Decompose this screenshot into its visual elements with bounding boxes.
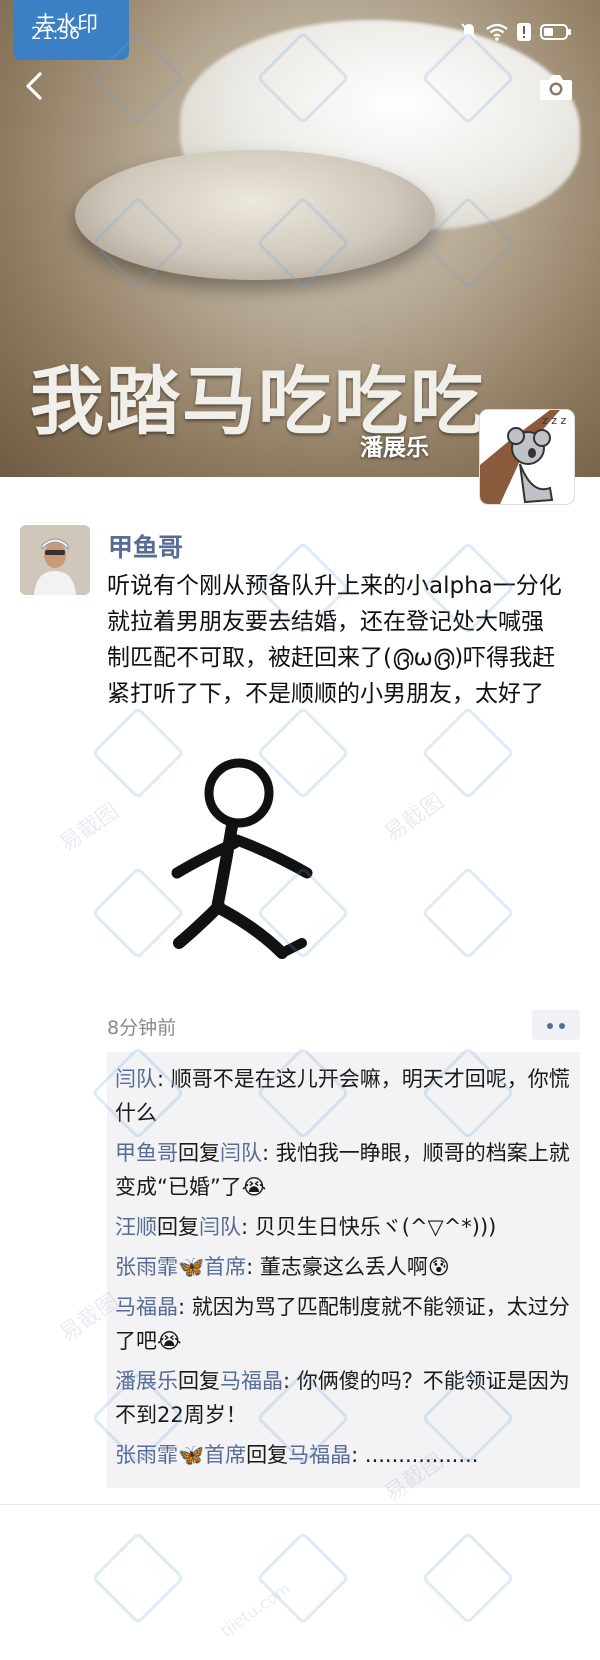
battery-icon	[540, 24, 571, 40]
author-avatar[interactable]	[20, 525, 90, 595]
alert-icon	[517, 23, 531, 41]
profile-avatar[interactable]: z z z	[480, 410, 574, 504]
divider	[0, 1504, 600, 1505]
reply-word: 回复	[246, 1443, 289, 1467]
post-time: 8分钟前	[107, 1017, 177, 1039]
comment-list: 闫队: 顺哥不是在这儿开会嘛，明天才回呢，你慌什么 甲鱼哥回复闫队: 我怕我一睁…	[107, 1052, 580, 1488]
walking-stickman-image	[171, 758, 313, 959]
reply-target[interactable]: 马福晶	[220, 1369, 283, 1393]
comment[interactable]: 闫队: 顺哥不是在这儿开会嘛，明天才回呢，你慌什么	[115, 1062, 572, 1130]
post-author-name[interactable]: 甲鱼哥	[108, 528, 183, 564]
comment[interactable]: 潘展乐回复马福晶: 你俩傻的吗？不能领证是因为不到22周岁！	[115, 1364, 572, 1432]
watermark-logo	[421, 706, 515, 800]
cover-image: 我踏马吃吃吃	[0, 0, 600, 477]
post-image[interactable]	[107, 748, 387, 988]
comment-text: : 顺哥不是在这儿开会嘛，明天才回呢，你慌什么	[115, 1067, 570, 1125]
commenter-name[interactable]: 汪顺	[115, 1215, 157, 1239]
commenter-name[interactable]: 张雨霏🦋首席	[115, 1255, 246, 1279]
wifi-icon	[486, 23, 508, 41]
reply-word: 回复	[178, 1141, 220, 1165]
commenter-name[interactable]: 闫队	[115, 1067, 157, 1091]
commenter-name[interactable]: 张雨霏🦋首席	[115, 1443, 246, 1467]
profile-name[interactable]: 潘展乐	[360, 428, 429, 462]
watermark-logo	[421, 866, 515, 960]
reply-target[interactable]: 闫队	[199, 1215, 241, 1239]
more-button[interactable]	[532, 1010, 580, 1040]
comment[interactable]: 张雨霏🦋首席回复马福晶: .................	[115, 1438, 572, 1472]
more-dots-icon	[547, 1023, 553, 1029]
status-bar: 去水印 21:56	[0, 0, 600, 60]
comment-text: : 贝贝生日快乐ヾ(^▽^*)))	[241, 1215, 497, 1239]
watermark-site-text: 易截图	[380, 788, 449, 848]
watermark-tag[interactable]: 去水印 21:56	[13, 0, 129, 60]
watermark-logo	[421, 1531, 515, 1625]
comment[interactable]: 甲鱼哥回复闫队: 我怕我一睁眼，顺哥的档案上就变成“已婚”了😭	[115, 1136, 572, 1204]
chevron-left-icon	[26, 72, 42, 100]
watermark-logo	[256, 1531, 350, 1625]
cover-bowl-shape	[75, 150, 435, 280]
status-icons	[460, 20, 572, 44]
more-dots-icon	[559, 1023, 565, 1029]
comment-text: : .................	[351, 1443, 479, 1467]
commenter-name[interactable]: 潘展乐	[115, 1369, 178, 1393]
koala-avatar-image: z z z	[480, 410, 567, 504]
comment-text: : 董志豪这么丢人啊😰	[246, 1255, 450, 1279]
reply-target[interactable]: 马福晶	[288, 1443, 351, 1467]
reply-word: 回复	[157, 1215, 199, 1239]
camera-button[interactable]	[538, 72, 574, 102]
status-time: 21:56	[31, 24, 80, 44]
watermark-logo	[91, 1531, 185, 1625]
comment[interactable]: 马福晶: 就因为骂了匹配制度就不能领证，太过分了吧😭	[115, 1290, 572, 1358]
comment[interactable]: 汪顺回复闫队: 贝贝生日快乐ヾ(^▽^*)))	[115, 1210, 572, 1244]
comment[interactable]: 张雨霏🦋首席: 董志豪这么丢人啊😰	[115, 1250, 572, 1284]
comment-text: : 就因为骂了匹配制度就不能领证，太过分了吧😭	[115, 1295, 570, 1353]
back-button[interactable]	[18, 68, 54, 104]
camera-icon	[540, 75, 572, 100]
watermark-domain-text: tjietu.com	[216, 1578, 294, 1641]
post-text: 听说有个刚从预备队升上来的小alpha一分化就拉着男朋友要去结婚，还在登记处大喊…	[107, 573, 562, 707]
reply-word: 回复	[178, 1369, 220, 1393]
author-photo	[20, 525, 90, 595]
svg-text:z z z: z z z	[542, 414, 567, 427]
mute-icon	[461, 23, 477, 41]
commenter-name[interactable]: 甲鱼哥	[115, 1141, 178, 1165]
commenter-name[interactable]: 马福晶	[115, 1295, 178, 1319]
reply-target[interactable]: 闫队	[220, 1141, 262, 1165]
